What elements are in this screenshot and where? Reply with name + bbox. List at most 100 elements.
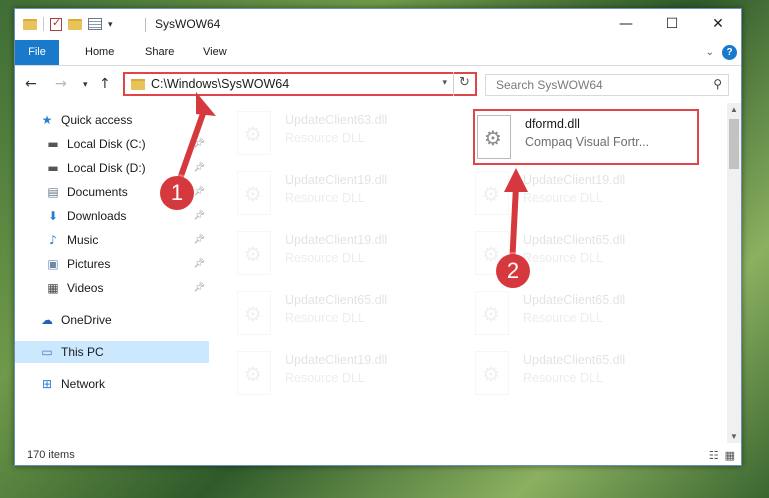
status-bar: 170 items ☷ ▦	[15, 445, 741, 467]
dll-file-icon	[475, 291, 509, 335]
chevron-down-icon[interactable]: ⌄	[706, 47, 714, 58]
sidebar-item-pictures[interactable]: ▣ Pictures 📌︎	[15, 253, 209, 275]
sidebar-item-onedrive[interactable]: ☁ OneDrive	[15, 309, 209, 331]
search-icon[interactable]: ⚲	[713, 77, 722, 91]
details-view-icon[interactable]: ☷	[709, 449, 719, 462]
file-item[interactable]: UpdateClient65.dll Resource DLL	[475, 351, 695, 403]
navigation-pane: ★ Quick access ▬ Local Disk (C:) 📌︎ ▬ Lo…	[15, 105, 211, 443]
network-icon: ⊞	[41, 377, 53, 391]
search-input[interactable]: Search SysWOW64 ⚲	[485, 74, 729, 96]
computer-icon: ▭	[41, 345, 53, 359]
file-item[interactable]: UpdateClient19.dll Resource DLL	[237, 351, 457, 403]
sidebar-item-label: Music	[67, 233, 99, 247]
sidebar-item-quick-access[interactable]: ★ Quick access	[15, 109, 209, 131]
tab-file[interactable]: File	[15, 40, 59, 65]
pin-icon[interactable]: 📌︎	[194, 211, 205, 221]
file-type: Resource DLL	[285, 311, 365, 325]
file-type: Compaq Visual Fortr...	[525, 135, 650, 149]
drive-icon: ▬	[47, 137, 59, 151]
vertical-scrollbar[interactable]: ▲ ▼	[727, 103, 741, 443]
maximize-button[interactable]: ☐	[649, 9, 695, 39]
sidebar-item-label: Videos	[67, 281, 104, 295]
pin-icon[interactable]: 📌︎	[194, 235, 205, 245]
ribbon-tabs: File Home Share View ⌄ ?	[15, 40, 741, 66]
tab-share[interactable]: Share	[133, 40, 186, 65]
properties-icon[interactable]	[88, 18, 102, 30]
file-type: Resource DLL	[523, 191, 603, 205]
file-name: UpdateClient19.dll	[285, 353, 388, 367]
tab-home[interactable]: Home	[73, 40, 126, 65]
file-item[interactable]: UpdateClient65.dll Resource DLL	[237, 291, 457, 343]
sidebar-item-this-pc[interactable]: ▭ This PC	[15, 341, 209, 363]
pin-icon[interactable]: 📌︎	[194, 283, 205, 293]
scroll-thumb[interactable]	[729, 119, 739, 169]
highlighted-file-item[interactable]: dformd.dll Compaq Visual Fortr...	[473, 109, 699, 165]
back-arrow-icon[interactable]: ←	[25, 76, 37, 92]
ribbon-right-controls: ⌄ ?	[706, 45, 737, 60]
file-item[interactable]: UpdateClient19.dll Resource DLL	[475, 171, 695, 223]
explorer-window: ▾ SysWOW64 — ☐ ✕ File Home Share View ⌄ …	[14, 8, 742, 466]
large-icons-view-icon[interactable]: ▦	[725, 449, 735, 462]
sidebar-item-label: Local Disk (C:)	[67, 137, 146, 151]
navigation-bar: ← → ▾ ↑ C:\Windows\SysWOW64 ▾ ↻ Search S…	[15, 66, 741, 102]
folder-icon[interactable]	[23, 18, 37, 30]
file-type: Resource DLL	[523, 371, 603, 385]
tab-view[interactable]: View	[191, 40, 239, 65]
address-bar[interactable]: C:\Windows\SysWOW64 ▾ ↻	[123, 72, 477, 96]
file-name: UpdateClient19.dll	[285, 233, 388, 247]
address-history-dropdown[interactable]: ▾	[442, 77, 447, 88]
scroll-up-icon[interactable]: ▲	[730, 105, 738, 114]
dll-file-icon	[237, 351, 271, 395]
new-folder-icon[interactable]	[68, 18, 82, 30]
sidebar-item-network[interactable]: ⊞ Network	[15, 373, 209, 395]
help-icon[interactable]: ?	[722, 45, 737, 60]
file-name: UpdateClient65.dll	[285, 293, 388, 307]
forward-arrow-icon[interactable]: →	[55, 76, 67, 92]
file-item-dformd[interactable]: dformd.dll Compaq Visual Fortr...	[477, 115, 697, 167]
recent-locations-dropdown[interactable]: ▾	[83, 80, 88, 90]
refresh-icon[interactable]: ↻	[453, 72, 475, 96]
file-type: Resource DLL	[285, 371, 365, 385]
file-item[interactable]: UpdateClient19.dll Resource DLL	[237, 231, 457, 283]
folder-icon	[131, 79, 145, 90]
drive-icon: ▬	[47, 161, 59, 175]
sidebar-item-label: Downloads	[67, 209, 127, 223]
file-item[interactable]: UpdateClient65.dll Resource DLL	[475, 291, 695, 343]
sidebar-item-label: Network	[61, 377, 106, 391]
title-divider	[145, 18, 146, 32]
step-1-badge: 1	[160, 176, 194, 210]
dll-file-icon	[237, 231, 271, 275]
file-item[interactable]: UpdateClient19.dll Resource DLL	[237, 171, 457, 223]
file-type: Resource DLL	[285, 191, 365, 205]
view-toggle: ☷ ▦	[709, 449, 735, 462]
pin-icon[interactable]: 📌︎	[194, 163, 205, 173]
file-name: UpdateClient19.dll	[523, 173, 626, 187]
file-type: Resource DLL	[285, 131, 365, 145]
sidebar-item-label: OneDrive	[61, 313, 112, 327]
minimize-button[interactable]: —	[603, 9, 649, 39]
pin-icon[interactable]: 📌︎	[194, 259, 205, 269]
sidebar-item-label: Documents	[67, 185, 128, 199]
scroll-down-icon[interactable]: ▼	[730, 432, 738, 441]
sidebar-item-label: Quick access	[61, 113, 133, 127]
download-icon: ⬇	[47, 209, 59, 223]
dll-file-icon	[237, 291, 271, 335]
sidebar-item-local-disk-c[interactable]: ▬ Local Disk (C:) 📌︎	[15, 133, 209, 155]
pin-icon[interactable]: 📌︎	[194, 187, 205, 197]
properties-check-icon[interactable]	[50, 16, 62, 31]
address-path[interactable]: C:\Windows\SysWOW64	[151, 77, 289, 91]
dll-file-icon	[475, 171, 509, 215]
sidebar-item-videos[interactable]: ▦ Videos 📌︎	[15, 277, 209, 299]
pin-icon[interactable]: 📌︎	[194, 139, 205, 149]
dll-file-icon	[237, 111, 271, 155]
close-button[interactable]: ✕	[695, 9, 741, 39]
up-arrow-icon[interactable]: ↑	[99, 76, 111, 92]
file-name: UpdateClient63.dll	[285, 113, 388, 127]
pictures-icon: ▣	[47, 257, 59, 271]
sidebar-item-label: This PC	[61, 345, 104, 359]
file-name: UpdateClient65.dll	[523, 293, 626, 307]
dll-file-icon	[237, 171, 271, 215]
customize-toolbar-dropdown[interactable]: ▾	[108, 19, 113, 30]
sidebar-item-music[interactable]: ♪ Music 📌︎	[15, 229, 209, 251]
file-item[interactable]: UpdateClient63.dll Resource DLL	[237, 111, 457, 163]
